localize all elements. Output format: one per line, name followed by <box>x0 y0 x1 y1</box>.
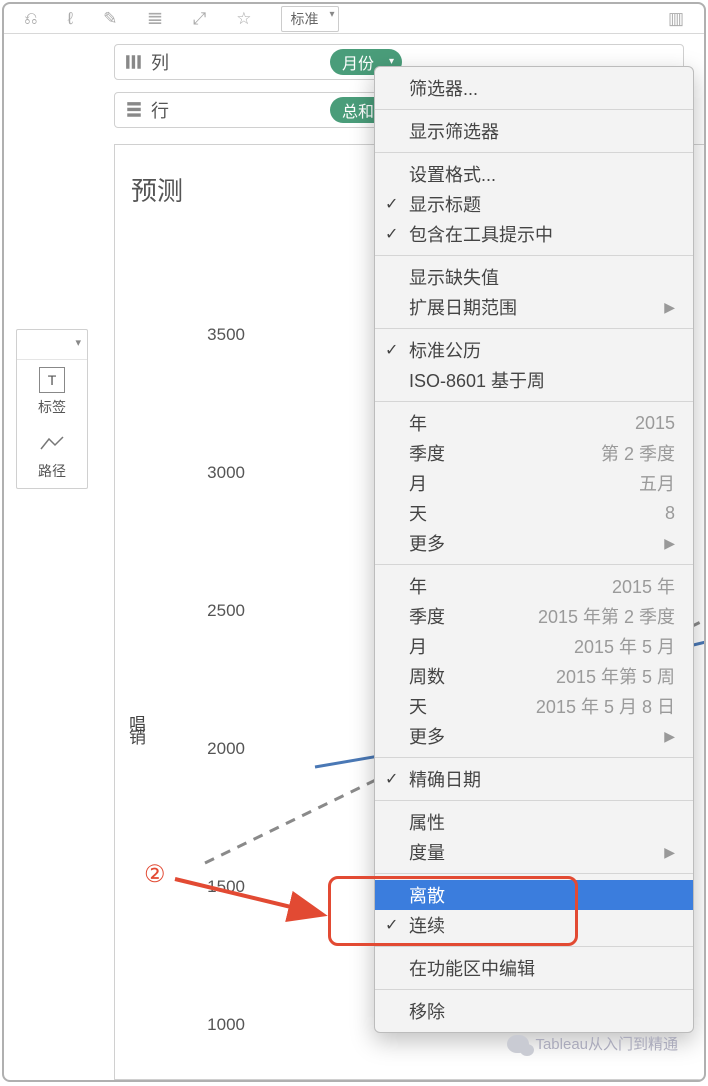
wechat-watermark: Tableau从入门到精通 <box>507 1033 678 1054</box>
path-icon <box>39 431 65 457</box>
menu-iso-8601[interactable]: ISO-8601 基于周 <box>375 365 693 395</box>
menu-filter[interactable]: 筛选器... <box>375 73 693 103</box>
menu-quarter[interactable]: 季度第 2 季度 <box>375 438 693 468</box>
menu-year[interactable]: 年2015 <box>375 408 693 438</box>
fit-icon[interactable]: ☆ <box>236 9 251 29</box>
menu-day[interactable]: 天8 <box>375 498 693 528</box>
menu-include-tooltip[interactable]: ✓包含在工具提示中 <box>375 219 693 249</box>
menu-show-missing[interactable]: 显示缺失值 <box>375 262 693 292</box>
menu-year-2[interactable]: 年2015 年 <box>375 571 693 601</box>
check-icon: ✓ <box>385 915 398 935</box>
check-icon: ✓ <box>385 194 398 214</box>
rows-icon <box>125 101 143 119</box>
y-tick: 2000 <box>185 739 245 759</box>
attach-icon[interactable]: 𝌆 <box>147 9 162 29</box>
menu-set-format[interactable]: 设置格式... <box>375 159 693 189</box>
marks-card: T 标签 路径 <box>16 329 88 489</box>
menu-attribute[interactable]: 属性 <box>375 807 693 837</box>
columns-icon <box>125 53 143 71</box>
fit-select[interactable]: 标准 <box>281 6 339 32</box>
label-text: 标签 <box>38 397 66 417</box>
label-icon: T <box>39 367 65 393</box>
y-tick: 1000 <box>185 1015 245 1035</box>
menu-edit-in-shelf[interactable]: 在功能区中编辑 <box>375 953 693 983</box>
menu-measure[interactable]: 度量▶ <box>375 837 693 867</box>
y-axis-label: 唱销 <box>123 715 148 741</box>
highlight-icon[interactable]: ✎ <box>103 9 117 29</box>
menu-remove[interactable]: 移除 <box>375 996 693 1026</box>
menu-day-2[interactable]: 天2015 年 5 月 8 日 <box>375 691 693 721</box>
columns-label: 列 <box>151 49 169 75</box>
y-tick: 1500 <box>185 877 245 897</box>
check-icon: ✓ <box>385 769 398 789</box>
path-text: 路径 <box>38 461 66 481</box>
annotation-label: ② <box>144 860 166 889</box>
format-icon[interactable]: ℓ <box>68 9 74 29</box>
menu-show-header[interactable]: ✓显示标题 <box>375 189 693 219</box>
menu-continuous[interactable]: ✓连续 <box>375 910 693 940</box>
submenu-arrow-icon: ▶ <box>654 844 675 861</box>
show-me-icon[interactable]: ▥ <box>668 9 684 29</box>
check-icon: ✓ <box>385 224 398 244</box>
menu-exact-date[interactable]: ✓精确日期 <box>375 764 693 794</box>
rows-label: 行 <box>151 97 169 123</box>
top-toolbar: ⎌ ℓ ✎ 𝌆 ⤢ ☆ 标准 ▥ <box>4 4 704 34</box>
menu-standard-calendar[interactable]: ✓标准公历 <box>375 335 693 365</box>
size-icon[interactable]: ⤢ <box>193 9 207 29</box>
menu-more-1[interactable]: 更多▶ <box>375 528 693 558</box>
menu-month-2[interactable]: 月2015 年 5 月 <box>375 631 693 661</box>
menu-extend-date-range[interactable]: 扩展日期范围▶ <box>375 292 693 322</box>
menu-quarter-2[interactable]: 季度2015 年第 2 季度 <box>375 601 693 631</box>
menu-more-2[interactable]: 更多▶ <box>375 721 693 751</box>
pill-label: 月份 <box>342 50 374 74</box>
watermark-text: Tableau从入门到精通 <box>535 1033 678 1054</box>
check-icon: ✓ <box>385 340 398 360</box>
menu-discrete[interactable]: 离散 <box>375 880 693 910</box>
path-mark-button[interactable]: 路径 <box>17 424 87 488</box>
submenu-arrow-icon: ▶ <box>654 728 675 745</box>
y-tick: 3000 <box>185 463 245 483</box>
menu-weeknum[interactable]: 周数2015 年第 5 周 <box>375 661 693 691</box>
field-context-menu: 筛选器... 显示筛选器 设置格式... ✓显示标题 ✓包含在工具提示中 显示缺… <box>374 66 694 1033</box>
undo-redo-icon[interactable]: ⎌ <box>24 9 38 29</box>
y-tick: 3500 <box>185 325 245 345</box>
menu-month[interactable]: 月五月 <box>375 468 693 498</box>
mark-type-select[interactable] <box>17 330 87 360</box>
menu-show-filter[interactable]: 显示筛选器 <box>375 116 693 146</box>
submenu-arrow-icon: ▶ <box>654 535 675 552</box>
submenu-arrow-icon: ▶ <box>654 299 675 316</box>
label-mark-button[interactable]: T 标签 <box>17 360 87 424</box>
y-tick: 2500 <box>185 601 245 621</box>
wechat-icon <box>507 1035 529 1053</box>
